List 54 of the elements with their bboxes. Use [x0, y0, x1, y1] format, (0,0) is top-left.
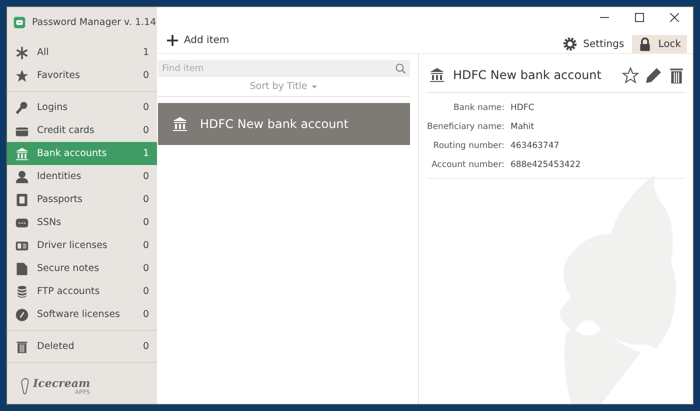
bank-icon: [429, 67, 445, 83]
add-item-button[interactable]: Add item: [163, 33, 234, 48]
search-icon: [395, 63, 406, 74]
lock-button[interactable]: Lock: [632, 35, 687, 53]
sidebar-item[interactable]: Passports 0: [7, 188, 157, 211]
sidebar-item[interactable]: Credit cards 0: [7, 119, 157, 142]
trash-icon[interactable]: [668, 66, 685, 84]
field-label: Beneficiary name:: [427, 122, 504, 132]
item-title: HDFC New bank account: [453, 68, 602, 82]
id-card-icon: [15, 216, 29, 230]
plus-icon: [167, 35, 178, 46]
field-label: Account number:: [430, 160, 504, 170]
maximize-icon[interactable]: [635, 13, 644, 22]
field-value: Mahit: [510, 122, 536, 132]
search-field[interactable]: Find item: [158, 60, 410, 77]
star-icon: [15, 68, 29, 82]
close-icon[interactable]: [670, 13, 679, 22]
gear-icon: [563, 37, 578, 51]
bank-icon: [15, 146, 29, 160]
passport-icon: [15, 192, 29, 206]
document-icon: [15, 262, 29, 276]
padlock-icon: [638, 37, 652, 51]
star-outline-icon[interactable]: [622, 66, 639, 84]
sidebar-item[interactable]: FTP accounts 0: [7, 280, 157, 303]
caret-icon: [311, 83, 318, 90]
brand-name: Icecream: [33, 378, 90, 389]
list-item[interactable]: HDFC New bank account: [158, 103, 410, 145]
pencil-icon[interactable]: [645, 66, 662, 84]
person-icon: [15, 170, 29, 184]
sidebar-item[interactable]: Favorites 0: [7, 64, 157, 87]
settings-button[interactable]: Settings: [559, 35, 628, 53]
sidebar-item[interactable]: SSNs 0: [7, 211, 157, 234]
field-label: Bank name:: [452, 103, 504, 113]
field-value: HDFC: [510, 103, 536, 113]
bank-icon: [172, 116, 188, 132]
app-logo-icon: [13, 16, 26, 28]
window-title: Password Manager v. 1.14: [32, 16, 156, 28]
sidebar-item[interactable]: Logins 0: [7, 96, 157, 119]
sidebar-item[interactable]: Identities 0: [7, 165, 157, 188]
sidebar-item[interactable]: Deleted 0: [7, 335, 157, 358]
ice-cream-cone-icon: [19, 376, 31, 396]
disc-icon: [15, 308, 29, 322]
sidebar-item[interactable]: Secure notes 0: [7, 257, 157, 280]
field-label: Routing number:: [432, 141, 504, 151]
field-value: 688e425453422: [510, 160, 581, 170]
sidebar-item[interactable]: Software licenses 0: [7, 303, 157, 326]
field-value: 463463747: [510, 141, 560, 151]
key-icon: [15, 100, 29, 114]
asterisk-icon: [15, 46, 29, 60]
sidebar-item[interactable]: All 1: [7, 41, 157, 64]
trash-icon: [15, 340, 29, 354]
database-icon: [15, 284, 29, 298]
license-icon: [15, 238, 29, 252]
sidebar-item[interactable]: Driver licenses 0: [7, 234, 157, 257]
